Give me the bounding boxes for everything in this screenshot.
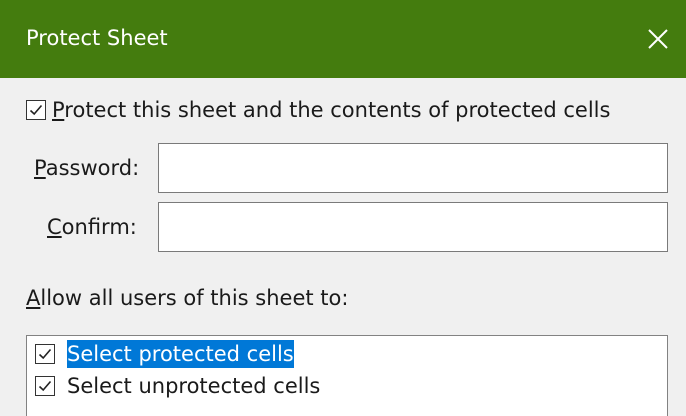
close-icon <box>648 29 668 49</box>
title-bar: Protect Sheet <box>0 0 686 78</box>
select-protected-checkbox[interactable] <box>35 344 55 364</box>
allowed-actions-list[interactable]: Select protected cells Select unprotecte… <box>26 335 668 416</box>
checkmark-icon <box>29 104 43 116</box>
protect-sheet-label: Protect this sheet and the contents of p… <box>52 98 611 122</box>
close-button[interactable] <box>630 0 686 78</box>
list-item-label: Select protected cells <box>67 340 294 368</box>
list-item-label: Select unprotected cells <box>67 374 321 398</box>
checkmark-icon <box>38 380 52 392</box>
dialog-title: Protect Sheet <box>26 26 168 50</box>
confirm-label: Confirm: <box>47 215 137 239</box>
checkmark-icon <box>38 348 52 360</box>
allow-users-label: Allow all users of this sheet to: <box>26 286 349 310</box>
password-input[interactable] <box>158 143 668 193</box>
protect-sheet-dialog: Protect Sheet Protect this sheet and the… <box>0 0 686 416</box>
confirm-input[interactable] <box>158 202 668 252</box>
select-unprotected-checkbox[interactable] <box>35 376 55 396</box>
password-label: Password: <box>34 156 140 180</box>
protect-sheet-checkbox[interactable] <box>26 100 46 120</box>
